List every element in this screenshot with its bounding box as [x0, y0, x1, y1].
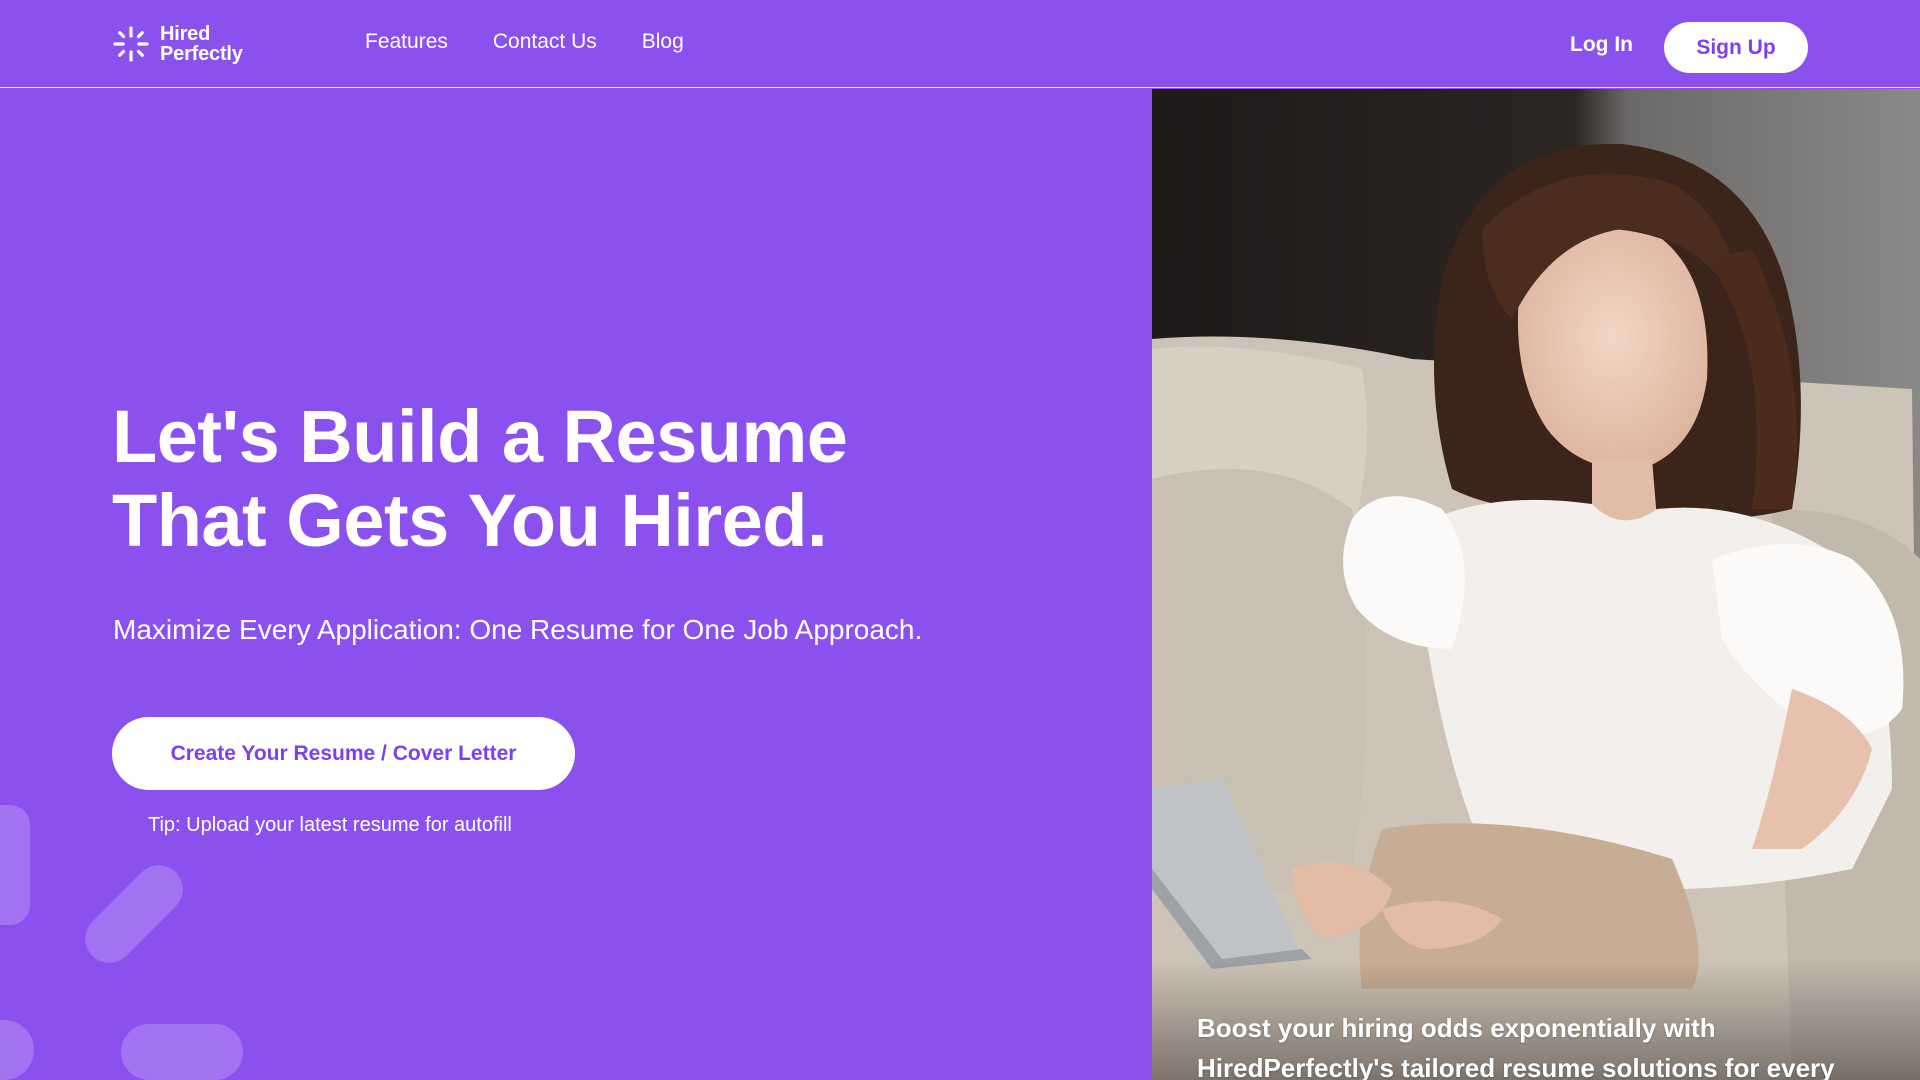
top-navbar: Hired Perfectly Features Contact Us Blog…: [0, 0, 1920, 88]
decorative-shape: [121, 1024, 243, 1080]
nav-link-contact-us[interactable]: Contact Us: [493, 30, 597, 54]
hero-title: Let's Build a Resume That Gets You Hired…: [112, 395, 1012, 563]
brand-name-line2: Perfectly: [160, 43, 243, 65]
brand-logo[interactable]: Hired Perfectly: [112, 22, 243, 66]
main-nav: Features Contact Us Blog: [365, 30, 684, 54]
sparkle-burst-icon: [113, 26, 149, 62]
brand-name: Hired Perfectly: [160, 24, 243, 64]
hero-subtitle: Maximize Every Application: One Resume f…: [113, 614, 923, 645]
woman-with-laptop-photo: [1152, 89, 1920, 1080]
photo-caption: Boost your hiring odds exponentially wit…: [1197, 1013, 1835, 1080]
hero-photo: [1152, 89, 1920, 1080]
signup-button[interactable]: Sign Up: [1664, 22, 1808, 73]
decorative-shape: [0, 1020, 34, 1080]
autofill-tip: Tip: Upload your latest resume for autof…: [148, 814, 512, 836]
login-link[interactable]: Log In: [1570, 33, 1633, 57]
decorative-shape: [75, 855, 193, 973]
create-resume-button[interactable]: Create Your Resume / Cover Letter: [112, 717, 575, 790]
brand-name-line1: Hired: [160, 23, 211, 45]
hero-title-line1: Let's Build a Resume: [112, 395, 848, 478]
hero-title-line2: That Gets You Hired.: [112, 479, 828, 562]
nav-link-features[interactable]: Features: [365, 30, 448, 54]
decorative-shape: [0, 805, 30, 925]
nav-link-blog[interactable]: Blog: [642, 30, 684, 54]
